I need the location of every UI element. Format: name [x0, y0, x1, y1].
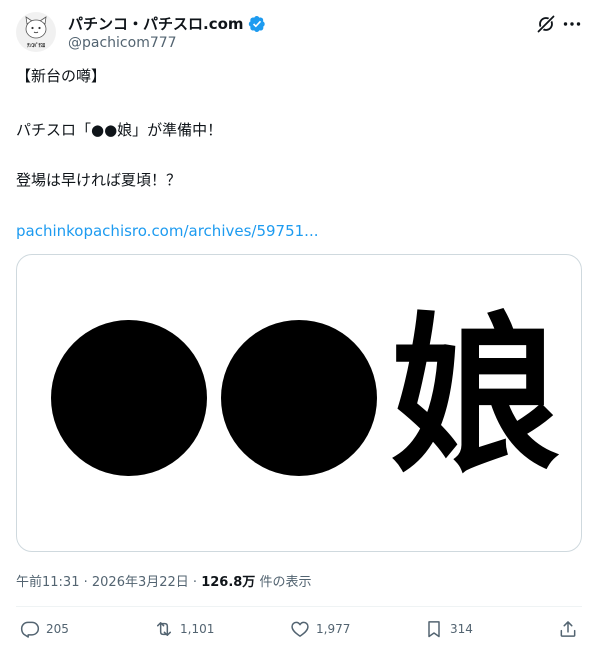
name-row: パチンコ・パチスロ.com: [68, 13, 266, 34]
tweet-line-heading: 【新台の噂】: [16, 67, 107, 85]
media-black-circle-left: [51, 320, 207, 476]
tweet-date[interactable]: 2026年3月22日: [92, 575, 189, 590]
like-count: 1,977: [316, 622, 351, 636]
avatar-caption: ﾁﾝｺﾊﾟﾁｽﾛ: [27, 43, 45, 49]
share-icon: [560, 621, 576, 637]
repost-count: 1,101: [180, 622, 215, 636]
user-handle[interactable]: @pachicom777: [68, 35, 177, 51]
tweet-time[interactable]: 午前11:31: [16, 575, 79, 590]
media-artwork: 娘: [51, 298, 560, 496]
bookmark-count: 314: [450, 622, 473, 636]
tweet-meta: 午前11:31 · 2026年3月22日 · 126.8万 件の表示: [16, 575, 312, 590]
reply-count: 205: [46, 622, 69, 636]
like-button[interactable]: 1,977: [290, 619, 350, 639]
reply-button[interactable]: 205: [20, 619, 69, 639]
verified-badge-icon[interactable]: [248, 15, 266, 33]
more-icon[interactable]: [562, 14, 582, 34]
tweet-line-release: 登場は早ければ夏頃！？: [16, 171, 182, 189]
media-black-circle-right: [221, 320, 377, 476]
share-button[interactable]: [558, 619, 578, 639]
view-count-label: 件の表示: [259, 575, 312, 590]
avatar-mascot-icon: [25, 16, 47, 39]
display-name[interactable]: パチンコ・パチスロ.com: [68, 13, 244, 34]
avatar[interactable]: ﾁﾝｺﾊﾟﾁｽﾛ: [16, 12, 56, 52]
divider: [16, 606, 582, 607]
tweet-link[interactable]: pachinkopachisro.com/archives/59751...: [16, 221, 318, 241]
tweet-media-image[interactable]: 娘: [16, 254, 582, 552]
bookmark-button[interactable]: 314: [424, 619, 473, 639]
heart-icon: [291, 621, 309, 637]
reply-icon: [20, 621, 40, 638]
tweet-line-announcement: パチスロ「●●娘」が準備中！: [16, 121, 223, 139]
action-bar: 205 1,101 1,977 314: [16, 619, 582, 643]
media-kanji-text: 娘: [390, 298, 560, 496]
grok-icon[interactable]: [536, 14, 556, 34]
bookmark-icon: [428, 621, 440, 638]
tweet-header: ﾁﾝｺﾊﾟﾁｽﾛ パチンコ・パチスロ.com @pachicom777: [16, 12, 582, 56]
repost-icon: [157, 622, 171, 636]
view-count: 126.8万: [201, 575, 256, 590]
repost-button[interactable]: 1,101: [154, 619, 214, 639]
